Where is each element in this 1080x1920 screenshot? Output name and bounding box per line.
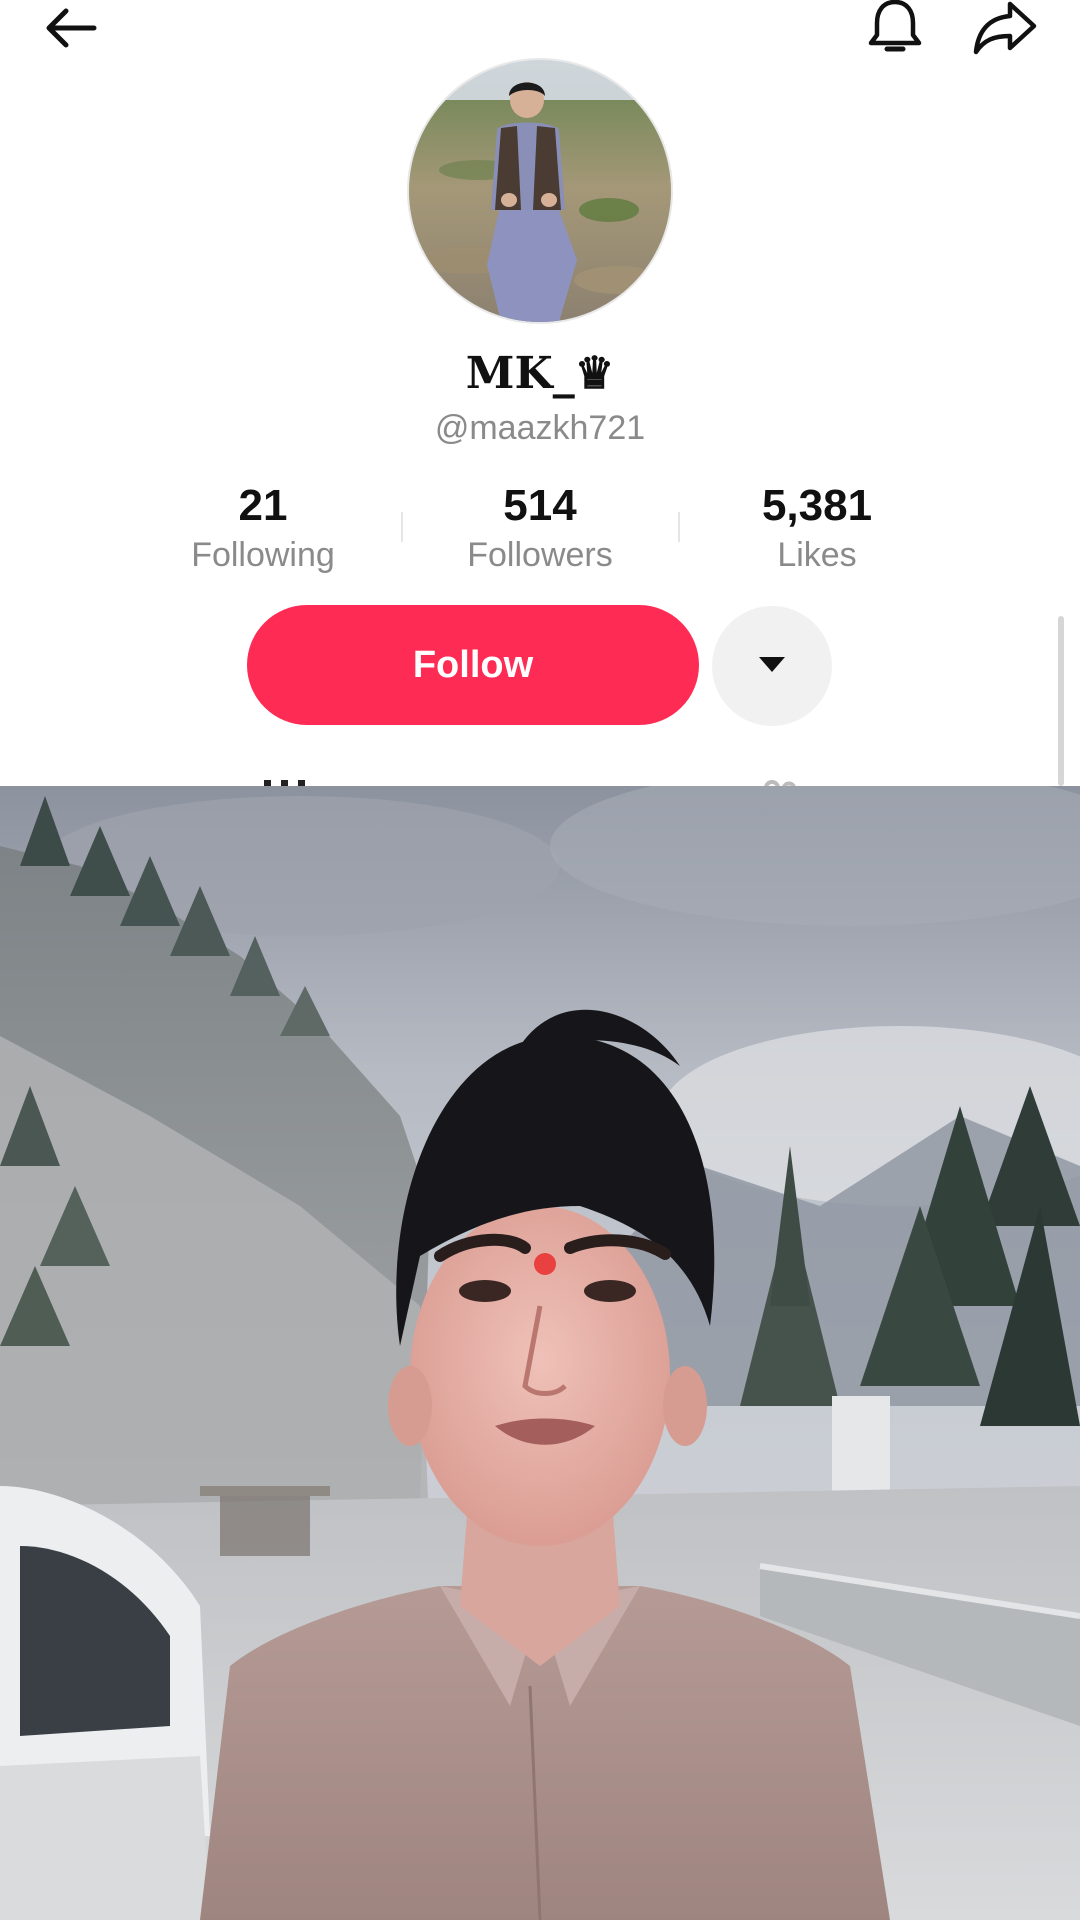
stat-divider <box>401 512 403 542</box>
notification-bell-button[interactable] <box>850 0 940 60</box>
likes-label: Likes <box>777 536 857 574</box>
likes-stat[interactable]: 5,381 Likes <box>687 480 947 578</box>
following-count: 21 <box>238 481 288 530</box>
likes-count: 5,381 <box>761 481 873 530</box>
tab-videos[interactable] <box>262 776 308 786</box>
followers-stat[interactable]: 514 Followers <box>410 480 670 578</box>
back-button[interactable] <box>25 0 115 60</box>
followers-label: Followers <box>467 536 613 574</box>
profile-avatar[interactable] <box>407 58 673 324</box>
bell-icon <box>865 0 925 62</box>
display-name: MK_♛ <box>465 348 615 399</box>
followers-count: 514 <box>503 481 577 530</box>
video-preview[interactable] <box>0 786 1080 1920</box>
stat-divider <box>678 512 680 542</box>
suggested-accounts-toggle[interactable] <box>712 606 832 726</box>
arrow-left-icon <box>40 3 100 58</box>
following-label: Following <box>191 536 335 574</box>
caret-down-icon <box>757 654 787 679</box>
following-stat[interactable]: 21 Following <box>133 480 393 578</box>
username-handle: @maazkh721 <box>434 409 646 447</box>
profile-screen: MK_♛ @maazkh721 21 Following 514 Followe… <box>0 0 1080 1920</box>
tab-liked[interactable] <box>760 776 810 786</box>
scrollbar[interactable] <box>1058 616 1064 786</box>
follow-button[interactable]: Follow <box>247 605 699 725</box>
share-arrow-icon <box>972 0 1038 61</box>
share-button[interactable] <box>960 0 1050 60</box>
